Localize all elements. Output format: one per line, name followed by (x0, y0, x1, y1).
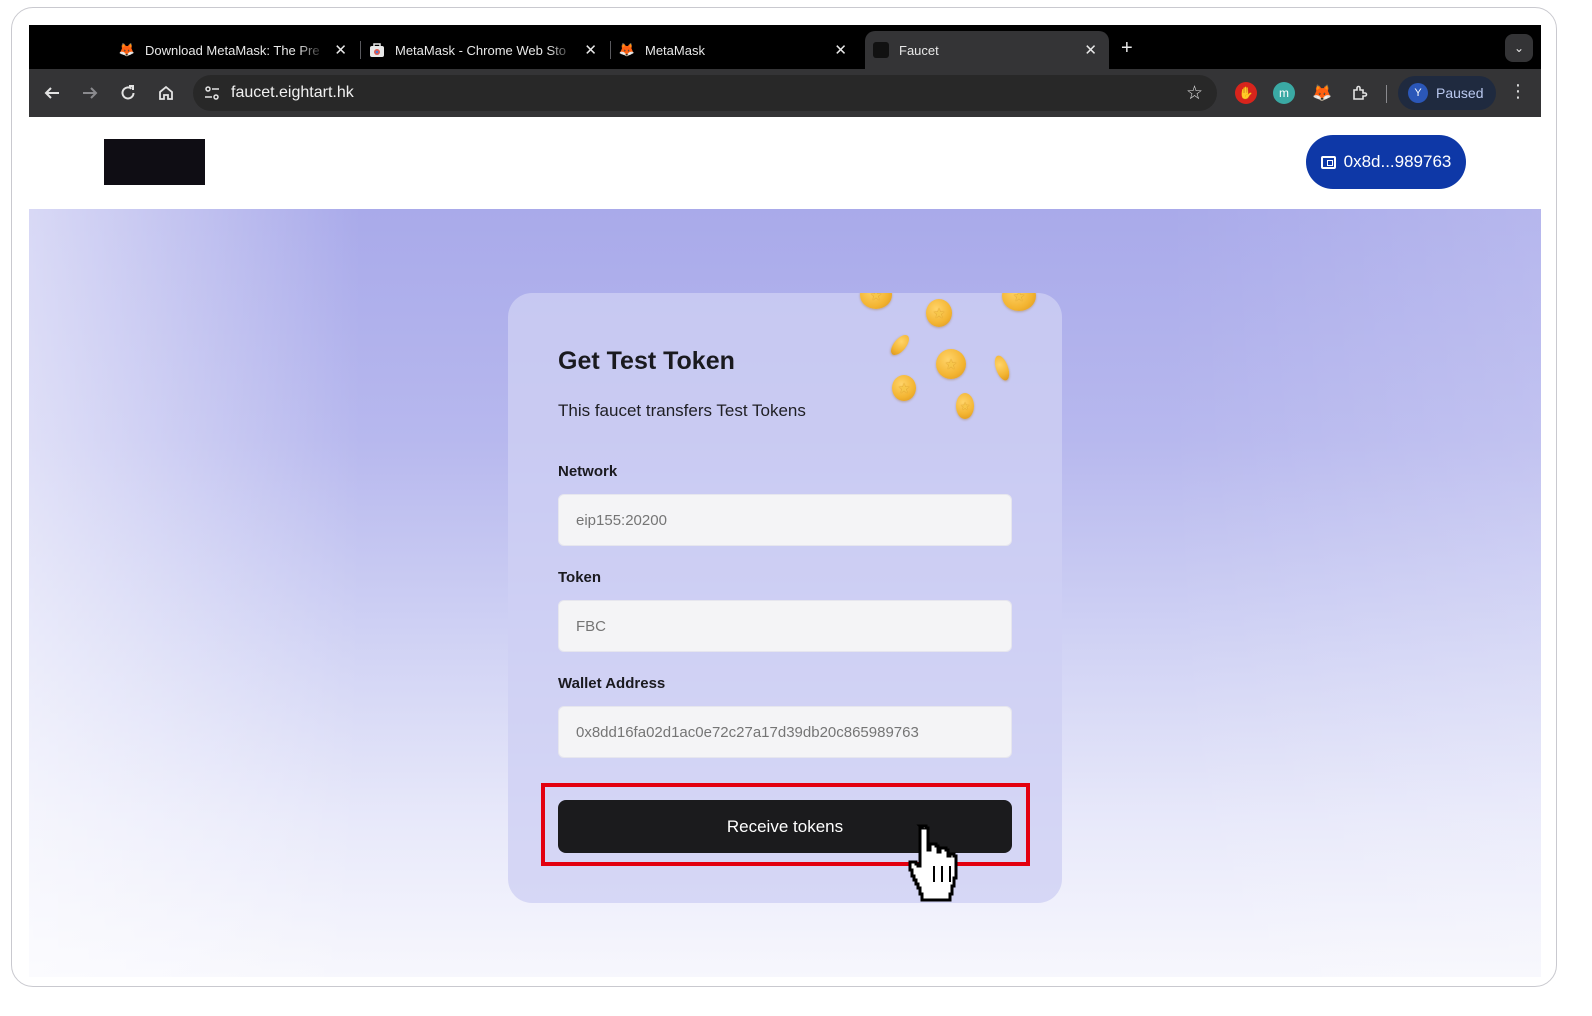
card-title: Get Test Token (558, 347, 735, 375)
coin-icon (887, 331, 913, 359)
network-label: Network (558, 463, 618, 480)
address-bar[interactable]: faucet.eightart.hk ☆ (193, 75, 1217, 111)
hand-pointer-cursor-icon (908, 824, 958, 902)
metamask-fox-icon: 🦊 (618, 42, 636, 57)
forward-arrow-icon[interactable] (79, 82, 101, 104)
toolbar-separator (1386, 85, 1387, 103)
card-subtitle: This faucet transfers Test Tokens (558, 401, 806, 420)
site-header: 0x8d...989763 (29, 117, 1541, 209)
tab-search-chevron-icon[interactable]: ⌄ (1505, 34, 1533, 62)
metamask-fox-icon: 🦊 (118, 42, 136, 57)
close-icon[interactable]: ✕ (834, 41, 847, 59)
reload-icon[interactable] (117, 82, 139, 104)
tab-separator (360, 41, 361, 59)
coin-icon: ★ (936, 349, 966, 379)
coin-icon: ★ (1002, 293, 1036, 311)
tab-faucet[interactable]: Faucet ✕ (865, 31, 1109, 69)
more-menu-icon[interactable]: ⋮ (1509, 81, 1527, 102)
profile-status: Paused (1436, 85, 1484, 101)
tab-separator (610, 41, 611, 59)
coin-icon: ★ (956, 393, 974, 419)
coin-icon (991, 353, 1013, 383)
coin-icon: ★ (926, 299, 952, 327)
coin-icon: ★ (860, 293, 892, 309)
m-extension-icon[interactable]: m (1273, 82, 1295, 104)
close-icon[interactable]: ✕ (584, 41, 597, 59)
coin-icon: ★ (892, 375, 916, 401)
avatar: Y (1408, 83, 1428, 103)
tab-strip: 🦊 Download MetaMask: The Pre ✕ MetaMask … (29, 25, 1541, 69)
tab-title: MetaMask - Chrome Web Sto (395, 42, 566, 58)
metamask-extension-icon[interactable]: 🦊 (1311, 82, 1333, 104)
tab-chrome-web-store[interactable]: MetaMask - Chrome Web Sto ✕ (369, 31, 609, 69)
browser-chrome: 🦊 Download MetaMask: The Pre ✕ MetaMask … (29, 25, 1541, 117)
bookmark-star-icon[interactable]: ☆ (1186, 82, 1203, 105)
wallet-address-field[interactable] (558, 706, 1012, 758)
wallet-address-label: 0x8d...989763 (1343, 152, 1452, 171)
extensions-puzzle-icon[interactable] (1349, 82, 1371, 104)
tab-title: Download MetaMask: The Pre (145, 42, 320, 58)
close-icon[interactable]: ✕ (1084, 41, 1097, 59)
network-field[interactable] (558, 494, 1012, 546)
faucet-page-icon (873, 42, 889, 58)
token-field[interactable] (558, 600, 1012, 652)
adblock-extension-icon[interactable]: ✋ (1235, 82, 1257, 104)
wallet-icon (1320, 155, 1336, 169)
back-arrow-icon[interactable] (41, 82, 63, 104)
chrome-web-store-icon (369, 42, 385, 58)
token-label: Token (558, 569, 602, 586)
wallet-address-label: Wallet Address (558, 675, 666, 692)
new-tab-button[interactable]: + (1121, 37, 1133, 60)
site-logo[interactable] (104, 139, 205, 185)
url-text[interactable]: faucet.eightart.hk (231, 84, 354, 102)
profile-button[interactable]: Y Paused (1398, 76, 1496, 110)
home-icon[interactable] (155, 82, 177, 104)
tab-title: Faucet (899, 42, 939, 58)
tab-metamask[interactable]: 🦊 MetaMask ✕ (619, 31, 859, 69)
tab-download-metamask[interactable]: 🦊 Download MetaMask: The Pre ✕ (119, 31, 359, 69)
close-icon[interactable]: ✕ (334, 41, 347, 59)
wallet-address-button[interactable]: 0x8d...989763 (1306, 135, 1466, 189)
tab-title: MetaMask (645, 42, 705, 58)
browser-toolbar: faucet.eightart.hk ☆ ✋ m 🦊 Y Paused ⋮ (29, 69, 1541, 117)
site-settings-icon[interactable] (203, 84, 221, 102)
